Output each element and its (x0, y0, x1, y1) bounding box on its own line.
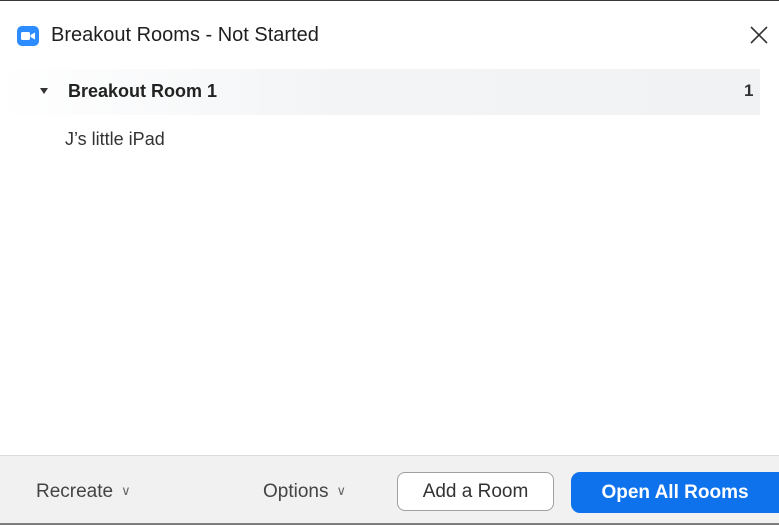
chevron-down-icon: ∨ (121, 483, 131, 498)
chevron-down-icon: ∨ (336, 483, 346, 498)
room-row-breakout-room-1[interactable]: Breakout Room 1 1 (0, 69, 760, 115)
scrollbar-track (760, 63, 779, 455)
add-room-button[interactable]: Add a Room (397, 472, 554, 511)
recreate-label: Recreate (36, 481, 114, 502)
close-icon[interactable] (746, 22, 772, 48)
open-all-rooms-button[interactable]: Open All Rooms (571, 472, 779, 513)
recreate-dropdown[interactable]: Recreate ∨ (36, 481, 131, 503)
title-bar: Breakout Rooms - Not Started (0, 1, 779, 63)
expand-triangle-icon[interactable] (40, 88, 48, 94)
room-participant-count: 1 (744, 81, 754, 100)
options-label: Options (263, 481, 329, 502)
room-name: Breakout Room 1 (68, 81, 218, 101)
participant-item[interactable]: J’s little iPad (65, 129, 165, 150)
options-dropdown[interactable]: Options ∨ (263, 481, 346, 503)
breakout-rooms-window: Breakout Rooms - Not Started Breakout Ro… (0, 0, 779, 525)
window-title: Breakout Rooms - Not Started (51, 24, 319, 46)
zoom-camera-icon (17, 26, 39, 46)
footer-toolbar: Recreate ∨ Options ∨ Add a Room Open All R… (0, 455, 779, 525)
